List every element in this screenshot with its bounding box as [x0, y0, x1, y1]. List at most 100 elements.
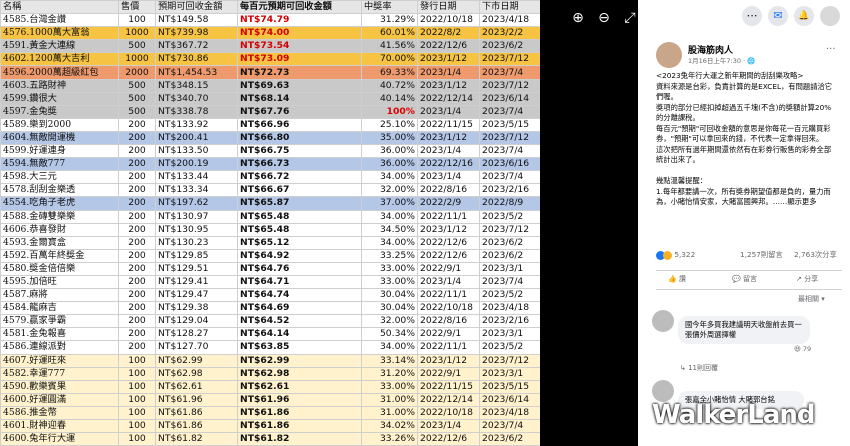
cell-name: 4600.好運圓滿: [0, 392, 119, 407]
col-header-win-rate: 中獎率: [361, 0, 418, 15]
cell-per-100: NT$66.67: [237, 183, 362, 198]
table-row: 4595.加倍旺 200 NT$129.41 NT$64.71 33.00% 2023/1…: [0, 274, 540, 290]
cell-end-date: 2023/6/2: [479, 248, 540, 263]
cell-price: 1000: [118, 52, 156, 67]
fullscreen-icon[interactable]: ⤢: [622, 10, 638, 26]
cell-end-date: 2023/5/2: [479, 209, 540, 224]
cell-end-date: 2022/8/9: [479, 196, 540, 211]
view-replies-link[interactable]: ↳ 11則回覆: [680, 363, 718, 373]
zoom-in-icon[interactable]: ⊕: [570, 10, 586, 26]
cell-issue-date: 2022/12/16: [417, 157, 480, 172]
cell-per-100: NT$64.92: [237, 248, 362, 263]
cell-name: 4597.金兔獎: [0, 104, 119, 119]
share-count[interactable]: 2,763次分享: [794, 250, 837, 260]
cell-per-100: NT$64.14: [237, 327, 362, 342]
post-options-icon[interactable]: ···: [826, 44, 836, 55]
reaction-summary[interactable]: 5,322 1,257則留言 2,763次分享: [656, 250, 842, 264]
cell-expected: NT$127.70: [155, 340, 238, 355]
cell-end-date: 2023/3/1: [479, 366, 540, 381]
post-timestamp[interactable]: 1月16日上午7:30 · 🌐: [688, 55, 755, 65]
col-header-price: 售價: [118, 0, 156, 15]
comment-reaction-count[interactable]: 😆 79: [794, 345, 811, 353]
comment-count[interactable]: 1,257則留言: [740, 250, 783, 260]
commenter-avatar[interactable]: [652, 380, 674, 402]
cell-win-rate: 40.14%: [361, 91, 418, 106]
messenger-icon[interactable]: ✉: [768, 6, 788, 26]
notification-bell-icon[interactable]: 🔔: [794, 6, 814, 26]
cell-expected: NT$129.47: [155, 288, 238, 303]
cell-end-date: 2023/4/18: [479, 405, 540, 421]
cell-win-rate: 33.26%: [361, 432, 418, 446]
cell-per-100: NT$61.96: [237, 392, 362, 407]
cell-win-rate: 69.33%: [361, 65, 418, 80]
cell-price: 100: [118, 405, 156, 421]
table-row: 4586.推金幣 100 NT$61.86 NT$61.86 31.00% 2022/10…: [0, 405, 540, 421]
cell-end-date: 2023/7/12: [479, 52, 540, 67]
cell-issue-date: 2022/10/18: [417, 301, 480, 316]
table-row: 4596.2000萬超級紅包 2000 NT$1,454.53 NT$72.73 69.…: [0, 65, 540, 80]
cell-expected: NT$62.99: [155, 353, 238, 368]
cell-price: 100: [118, 366, 156, 381]
table-row: 4607.好運旺來 100 NT$62.99 NT$62.99 33.14% 2023/1…: [0, 353, 540, 368]
cell-expected: NT$129.51: [155, 261, 238, 276]
cell-name: 4591.黃金大連線: [0, 39, 119, 54]
cell-issue-date: 2022/11/1: [417, 209, 480, 224]
cell-win-rate: 33.00%: [361, 261, 418, 276]
table-row: 4582.幸運777 100 NT$62.98 NT$62.98 31.20% 2022/…: [0, 366, 540, 381]
profile-avatar[interactable]: [820, 6, 840, 26]
cell-name: 4590.歡樂賓果: [0, 379, 119, 394]
cell-price: 200: [118, 130, 156, 146]
cell-name: 4607.好運旺來: [0, 353, 119, 368]
post-author-avatar[interactable]: [656, 42, 682, 68]
cell-issue-date: 2022/8/16: [417, 314, 480, 329]
commenter-avatar[interactable]: [652, 310, 674, 332]
cell-per-100: NT$66.80: [237, 130, 362, 146]
like-button[interactable]: 👍 讚: [668, 274, 686, 284]
table-row: 4600.好運圓滿 100 NT$61.96 NT$61.96 31.00% 2022/1…: [0, 392, 540, 407]
cell-win-rate: 33.00%: [361, 379, 418, 394]
cell-win-rate: 33.25%: [361, 248, 418, 263]
cell-per-100: NT$65.48: [237, 209, 362, 224]
menu-icon[interactable]: ⋯: [742, 6, 762, 26]
table-row: 4598.大三元 200 NT$133.44 NT$66.72 34.00% 2023/1…: [0, 170, 540, 185]
cell-per-100: NT$72.73: [237, 65, 362, 80]
table-row: 4603.五路財神 500 NT$348.15 NT$69.63 40.72% 2023/…: [0, 78, 540, 93]
cell-end-date: 2023/5/2: [479, 288, 540, 303]
comment-sort-dropdown[interactable]: 最相關 ▾: [798, 294, 825, 304]
comment-button[interactable]: 💬 留言: [732, 274, 757, 284]
cell-end-date: 2023/7/4: [479, 144, 540, 159]
col-header-issue-date: 發行日期: [417, 0, 480, 15]
cell-price: 500: [118, 78, 156, 93]
cell-win-rate: 37.00%: [361, 196, 418, 211]
cell-win-rate: 34.02%: [361, 418, 418, 434]
table-row: 4586.連線派對 200 NT$127.70 NT$63.85 34.00% 2022/…: [0, 340, 540, 355]
table-row: 4580.獎金倍倍樂 200 NT$129.51 NT$64.76 33.00% 2022…: [0, 261, 540, 276]
cell-win-rate: 31.00%: [361, 405, 418, 421]
cell-price: 200: [118, 183, 156, 198]
cell-name: 4599.鑽很大: [0, 91, 119, 106]
cell-name: 4594.無敵777: [0, 157, 119, 172]
cell-price: 200: [118, 261, 156, 276]
cell-price: 200: [118, 144, 156, 159]
cell-name: 4593.金爾寶盒: [0, 235, 119, 250]
cell-expected: NT$133.92: [155, 117, 238, 132]
cell-expected: NT$367.72: [155, 39, 238, 54]
table-row: 4587.麻將 200 NT$129.47 NT$64.74 30.04% 2022/11…: [0, 288, 540, 303]
cell-expected: NT$200.19: [155, 157, 238, 172]
table-row: 4602.1200萬大吉利 1000 NT$730.86 NT$73.09 70.00%…: [0, 52, 540, 67]
share-button[interactable]: ↗ 分享: [796, 274, 818, 284]
zoom-out-icon[interactable]: ⊖: [596, 10, 612, 26]
table-row: 4584.龍麻吉 200 NT$129.38 NT$64.69 30.04% 2022/1…: [0, 301, 540, 316]
cell-price: 200: [118, 327, 156, 342]
cell-name: 4581.金兔報喜: [0, 327, 119, 342]
cell-name: 4599.好運連身: [0, 144, 119, 159]
cell-win-rate: 32.00%: [361, 183, 418, 198]
cell-per-100: NT$65.12: [237, 235, 362, 250]
cell-per-100: NT$61.82: [237, 432, 362, 446]
table-row: 4581.金兔報喜 200 NT$128.27 NT$64.14 50.34% 2022/…: [0, 327, 540, 342]
cell-issue-date: 2023/1/4: [417, 170, 480, 185]
cell-name: 4584.龍麻吉: [0, 301, 119, 316]
cell-win-rate: 34.00%: [361, 209, 418, 224]
table-row: 4578.刮刮金樂透 200 NT$133.34 NT$66.67 32.00% 2022…: [0, 183, 540, 198]
cell-issue-date: 2022/11/15: [417, 379, 480, 394]
